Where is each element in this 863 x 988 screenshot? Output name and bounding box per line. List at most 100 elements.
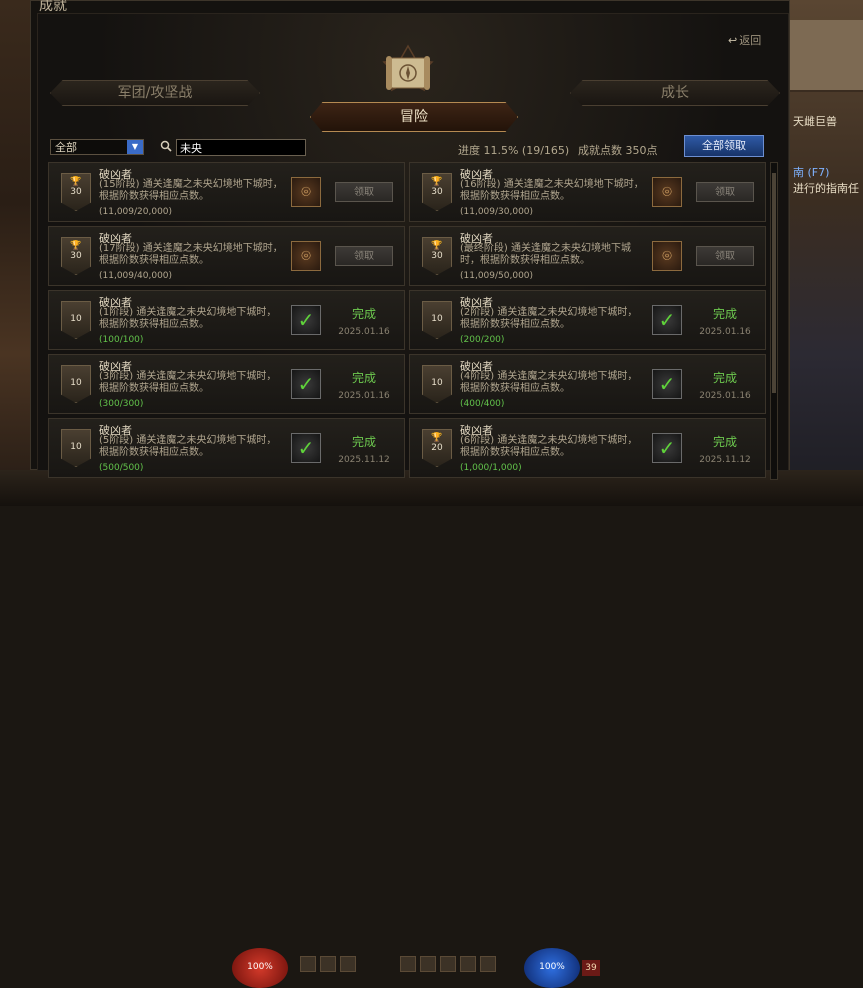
achievement-desc: (1阶段) 通关逢魔之未央幻境地下城时，根据阶数获得相应点数。 — [99, 307, 277, 330]
hp-value: 100% — [247, 962, 273, 972]
achievement-card: 10 破凶者 (2阶段) 通关逢魔之未央幻境地下城时，根据阶数获得相应点数。 (200… — [409, 290, 766, 350]
skill-slot[interactable] — [300, 956, 316, 972]
done-date: 2025.01.16 — [338, 391, 390, 401]
done-label: 完成 — [712, 435, 737, 449]
achievement-card: 10 破凶者 (3阶段) 通关逢魔之未央幻境地下城时，根据阶数获得相应点数。 (300… — [48, 354, 405, 414]
badge-points: 10 — [431, 378, 443, 388]
back-button[interactable]: ↩ 返回 — [728, 32, 761, 48]
skill-slot[interactable] — [440, 956, 456, 972]
achievement-desc: (16阶段) 通关逢魔之未央幻境地下城时，根据阶数获得相应点数。 — [460, 179, 644, 202]
achievement-card: 🏆 30 破凶者 (最终阶段) 通关逢魔之未央幻境地下城时，根据阶数获得相应点数。 (1… — [409, 226, 766, 286]
points-badge: 10 — [61, 365, 91, 403]
done-date: 2025.01.16 — [338, 327, 390, 337]
points-badge: 10 — [422, 365, 452, 403]
checkmark-icon: ✓ — [291, 369, 321, 399]
category-select[interactable]: 全部 ▼ — [50, 139, 144, 155]
done-label: 完成 — [712, 307, 737, 321]
achievement-desc: (15阶段) 通关逢魔之未央幻境地下城时，根据阶数获得相应点数。 — [99, 179, 283, 202]
points-badge: 🏆 30 — [61, 237, 91, 275]
reward-emblem-icon[interactable]: ⌾ — [652, 241, 682, 271]
achievement-card: 🏆 30 破凶者 (17阶段) 通关逢魔之未央幻境地下城时，根据阶数获得相应点数。 (1… — [48, 226, 405, 286]
game-scene-right — [790, 0, 863, 506]
badge-points: 30 — [431, 251, 443, 261]
done-label: 完成 — [351, 371, 376, 385]
search-icon — [160, 140, 172, 152]
checkmark-icon: ✓ — [652, 369, 682, 399]
done-date: 2025.01.16 — [699, 391, 751, 401]
reward-emblem-icon[interactable]: ⌾ — [291, 177, 321, 207]
achievement-card: 🏆 20 破凶者 (6阶段) 通关逢魔之未央幻境地下城时，根据阶数获得相应点数。 (1,… — [409, 418, 766, 478]
checkmark-icon: ✓ — [291, 433, 321, 463]
points-badge: 🏆 30 — [422, 173, 452, 211]
tab-adventure[interactable]: 冒险 — [310, 102, 518, 132]
achievement-count: (11,009/20,000) — [99, 207, 173, 217]
achievement-desc: (17阶段) 通关逢魔之未央幻境地下城时，根据阶数获得相应点数。 — [99, 243, 283, 266]
badge-points: 20 — [431, 443, 443, 453]
done-date: 2025.11.12 — [338, 455, 390, 465]
done-label: 完成 — [712, 371, 737, 385]
claim-button[interactable]: 领取 — [335, 182, 393, 202]
search-input[interactable] — [176, 139, 306, 156]
achievement-count: (11,009/30,000) — [460, 207, 534, 217]
trophy-icon: 🏆 — [431, 177, 443, 187]
claim-button[interactable]: 领取 — [335, 246, 393, 266]
reward-emblem-icon[interactable]: ⌾ — [291, 241, 321, 271]
points-text: 成就点数 350点 — [578, 144, 658, 157]
badge-points: 10 — [70, 442, 82, 452]
game-scene-left — [0, 0, 30, 506]
done-label: 完成 — [351, 307, 376, 321]
achievement-count: (500/500) — [99, 463, 144, 473]
skill-slot[interactable] — [320, 956, 336, 972]
points-badge: 🏆 20 — [422, 429, 452, 467]
achievement-count: (100/100) — [99, 335, 144, 345]
tab-legion[interactable]: 军团/攻坚战 — [50, 80, 260, 106]
scrollbar[interactable] — [770, 162, 778, 480]
points-badge: 10 — [61, 429, 91, 467]
achievement-card: 10 破凶者 (1阶段) 通关逢魔之未央幻境地下城时，根据阶数获得相应点数。 (100… — [48, 290, 405, 350]
scrollbar-thumb[interactable] — [772, 173, 776, 393]
return-icon: ↩ — [728, 34, 738, 47]
badge-points: 30 — [431, 187, 443, 197]
done-date: 2025.01.16 — [699, 327, 751, 337]
badge-points: 30 — [70, 251, 82, 261]
chevron-down-icon[interactable]: ▼ — [127, 140, 143, 154]
points-badge: 🏆 30 — [61, 173, 91, 211]
skill-slot[interactable] — [420, 956, 436, 972]
mp-orb: 100% — [524, 948, 580, 988]
achievement-card: 10 破凶者 (4阶段) 通关逢魔之未央幻境地下城时，根据阶数获得相应点数。 (400… — [409, 354, 766, 414]
achievement-count: (200/200) — [460, 335, 505, 345]
claim-button[interactable]: 领取 — [696, 182, 754, 202]
checkmark-icon: ✓ — [652, 305, 682, 335]
hp-orb: 100% — [232, 948, 288, 988]
skill-slot[interactable] — [340, 956, 356, 972]
achievement-count: (400/400) — [460, 399, 505, 409]
skill-slot[interactable] — [480, 956, 496, 972]
skill-slot[interactable] — [400, 956, 416, 972]
window-body: ↩返回 军团/攻坚战 冒险 成长 全部 ▼ 进度 11.5% (19/165) … — [37, 13, 789, 480]
trophy-icon: 🏆 — [431, 433, 443, 443]
checkmark-icon: ✓ — [652, 433, 682, 463]
achievement-window: 成就 ↩返回 军团/攻坚战 冒险 成长 全部 ▼ 进度 11.5% (19/16… — [30, 0, 790, 480]
badge-points: 30 — [70, 187, 82, 197]
claim-button[interactable]: 领取 — [696, 246, 754, 266]
badge-points: 10 — [70, 314, 82, 324]
done-label: 完成 — [351, 435, 376, 449]
tab-growth[interactable]: 成长 — [570, 80, 780, 106]
side-beast-label: 天雌巨兽 — [793, 115, 837, 128]
points-badge: 10 — [61, 301, 91, 339]
achievement-card: 10 破凶者 (5阶段) 通关逢魔之未央幻境地下城时，根据阶数获得相应点数。 (500… — [48, 418, 405, 478]
skill-slot[interactable] — [460, 956, 476, 972]
badge-points: 10 — [70, 378, 82, 388]
points-badge: 🏆 30 — [422, 237, 452, 275]
achievement-count: (11,009/50,000) — [460, 271, 534, 281]
claim-all-button[interactable]: 全部领取 — [684, 135, 764, 157]
side-guide-key[interactable]: 南 (F7) — [793, 164, 829, 180]
category-selected: 全部 — [55, 141, 77, 154]
level-badge: 39 — [582, 960, 600, 976]
scene-signboard — [790, 20, 863, 92]
achievement-desc: (6阶段) 通关逢魔之未央幻境地下城时，根据阶数获得相应点数。 — [460, 435, 638, 458]
reward-emblem-icon[interactable]: ⌾ — [652, 177, 682, 207]
trophy-icon: 🏆 — [431, 241, 443, 251]
achievement-desc: (5阶段) 通关逢魔之未央幻境地下城时，根据阶数获得相应点数。 — [99, 435, 277, 458]
side-guide-text[interactable]: 进行的指南任 — [793, 180, 859, 196]
